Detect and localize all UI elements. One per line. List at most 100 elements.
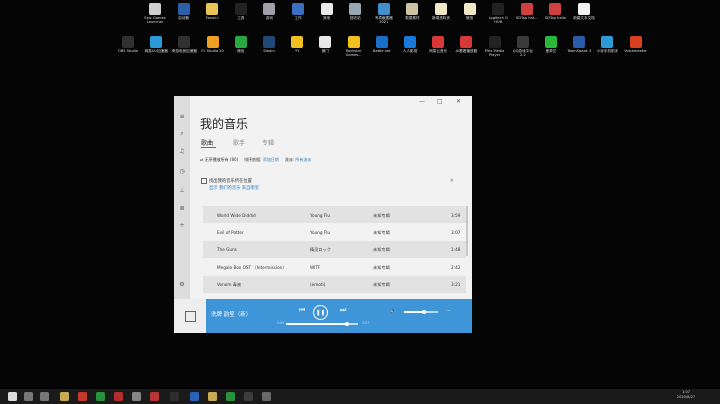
desktop-shortcut[interactable]: Epic Games Launcher [142, 3, 168, 24]
previous-track-icon[interactable]: ⏮ [299, 306, 305, 315]
desktop-shortcut[interactable]: 微信 [228, 36, 254, 53]
desktop-shortcut[interactable]: TeamSpeak 3 [566, 36, 592, 53]
app-shortcut-icon [178, 36, 191, 48]
banner-link[interactable]: 显示 我们的音乐 来自哪里 [209, 185, 259, 191]
desktop-shortcut[interactable]: Voicemeeter [623, 36, 649, 53]
desktop-shortcut[interactable]: 专项截图器 2021 [371, 3, 397, 24]
system-clock[interactable]: 1:07 2020/8/27 [672, 390, 700, 400]
recent-plays-icon[interactable]: ◷ [178, 169, 186, 175]
desktop-shortcut-label: 微信 [466, 16, 474, 20]
desktop-shortcut-label: 爱奇艺 [545, 49, 557, 53]
desktop-shortcut[interactable]: 小米手机助手 [594, 36, 620, 53]
app-icon-dark[interactable] [170, 392, 179, 401]
desktop-shortcut[interactable]: 游戏 [256, 3, 282, 20]
playlists-icon[interactable]: ≣ [178, 206, 186, 212]
tab-albums[interactable]: 专辑 [262, 138, 274, 147]
more-options-icon[interactable]: ⋯ [446, 308, 451, 314]
start-windows-icon[interactable] [8, 392, 17, 401]
desktop-shortcut[interactable]: Battle.net [369, 36, 395, 53]
new-playlist-icon[interactable]: + [178, 223, 186, 229]
desktop-shortcut[interactable]: 人人影视 [397, 36, 423, 53]
dismiss-banner-icon[interactable]: ✕ [450, 178, 454, 184]
desktop-shortcut[interactable]: YY [284, 36, 310, 53]
desktop-shortcut-label: Ai看看播放器 [455, 49, 478, 53]
tab-songs[interactable]: 歌曲 [201, 138, 213, 147]
desktop-shortcut[interactable]: Steam [256, 36, 282, 53]
desktop-shortcut-label: 新增资料夹 [432, 16, 450, 20]
minimize-button[interactable]: — [419, 98, 425, 105]
desktop-shortcut-label: SDTap hello [544, 16, 566, 20]
desktop-shortcut-label: 启动器 [178, 16, 189, 20]
desktop-shortcut[interactable]: Plex Media Player [482, 36, 508, 57]
song-row[interactable]: World Wide Diddid Young Flu 未知专辑 3:59 [203, 206, 466, 224]
app-shortcut-icon [432, 36, 445, 48]
app-shortcut-icon [545, 36, 557, 48]
desktop-shortcut[interactable]: 工具 [228, 3, 254, 20]
desktop-shortcut[interactable]: Fanuk.l [199, 3, 225, 20]
app-shortcut-icon [234, 36, 247, 48]
pause-button[interactable]: ❚❚ [313, 305, 328, 320]
settings-gear-icon[interactable]: ⚙ [178, 282, 186, 288]
desktop-shortcut[interactable]: 新建文本文档 [571, 3, 597, 20]
app-icon-red-2[interactable] [150, 392, 159, 401]
desktop-shortcut[interactable]: 新增资料夹 [428, 3, 454, 20]
close-button[interactable]: ✕ [456, 98, 461, 105]
my-music-icon[interactable]: ♫ [178, 149, 186, 155]
app-icon-blue[interactable] [190, 392, 199, 401]
song-row[interactable]: The Guns 精灵ロック 未知专辑 1:48 [203, 240, 466, 259]
app-icon-gray[interactable] [132, 392, 141, 401]
xbox-icon[interactable] [96, 392, 105, 401]
desktop-shortcut[interactable]: 微门 [312, 36, 338, 53]
task-view-icon[interactable] [40, 392, 49, 401]
app-icon-dark-2[interactable] [244, 392, 253, 401]
song-row[interactable]: Venom 毒液 (emoti) 未知专辑 3:21 [203, 275, 466, 293]
desktop-shortcut[interactable]: 启动器 [171, 3, 197, 20]
sort-dropdown[interactable]: 排序依据: 添加日期 [244, 157, 279, 163]
volume-icon[interactable]: 🔈 [390, 308, 396, 314]
now-playing-icon[interactable]: ⊥ [178, 188, 186, 194]
desktop-shortcut[interactable]: Ai看看播放器 [453, 36, 479, 53]
desktop-shortcut[interactable]: Rockstar Games... [341, 36, 367, 57]
app-shortcut-icon [349, 3, 362, 15]
search-icon[interactable]: ⌕ [178, 131, 186, 137]
now-playing-title[interactable]: 洗牌 韵笙（新） [211, 310, 251, 318]
genre-dropdown[interactable]: 流派: 所有流派 [285, 157, 312, 163]
desktop-shortcut[interactable]: FL Studio 20 [200, 36, 226, 53]
desktop-shortcut[interactable]: 网易UU加速器 [143, 36, 169, 53]
app-icon-red[interactable] [114, 392, 123, 401]
wechat-icon[interactable] [226, 392, 235, 401]
desktop-shortcut[interactable]: 工作 [285, 3, 311, 20]
hamburger-menu-icon[interactable]: ≡ [178, 114, 186, 120]
chrome-icon[interactable] [78, 392, 87, 401]
file-explorer-icon[interactable] [60, 392, 69, 401]
desktop-shortcut[interactable]: 微信 [457, 3, 483, 20]
desktop-shortcut[interactable]: SDTap hat... [514, 3, 540, 20]
desktop-shortcut[interactable]: 爱奇艺 [538, 36, 564, 53]
taskbar: 1:07 2020/8/27 [0, 389, 720, 404]
app-icon-folder[interactable] [208, 392, 217, 401]
desktop-shortcut[interactable]: 数据素材 [399, 3, 425, 20]
maximize-button[interactable]: □ [437, 98, 443, 105]
next-track-icon[interactable]: ⏭ [340, 306, 346, 315]
shuffle-all-button[interactable]: ⇌ 无序播放所有 (80) [200, 157, 238, 163]
seek-knob[interactable] [345, 321, 350, 326]
desktop-shortcut[interactable]: OBS Studio [115, 36, 141, 53]
song-row[interactable]: Evil of Potter Young Flu 未知专辑 3:07 [203, 223, 466, 240]
volume-knob[interactable] [422, 309, 427, 314]
desktop-shortcut[interactable]: 其他 [314, 3, 340, 20]
song-row[interactable]: Megalo Box OST （Intermission） WITF 未知专辑 2:4… [203, 258, 466, 275]
desktop-shortcut[interactable]: QQ游戏平台 2.2 [510, 36, 536, 57]
tab-artists[interactable]: 歌手 [233, 138, 245, 147]
volume-slider[interactable] [404, 309, 438, 314]
desktop-shortcut[interactable]: Logitech G HUB [485, 3, 511, 24]
search-icon[interactable] [24, 392, 33, 401]
desktop-shortcut[interactable]: 网易云音乐 [425, 36, 451, 53]
seek-slider[interactable] [286, 321, 358, 326]
app-shortcut-icon [460, 36, 473, 48]
desktop-shortcut[interactable]: 回收站 [342, 3, 368, 20]
scrollbar[interactable] [466, 206, 468, 256]
groove-music-taskbar-icon[interactable] [262, 392, 271, 401]
desktop-shortcut[interactable]: SDTap hello [542, 3, 568, 20]
desktop-shortcut[interactable]: 奇游电竞加速器 [171, 36, 197, 53]
album-art[interactable] [174, 299, 206, 333]
